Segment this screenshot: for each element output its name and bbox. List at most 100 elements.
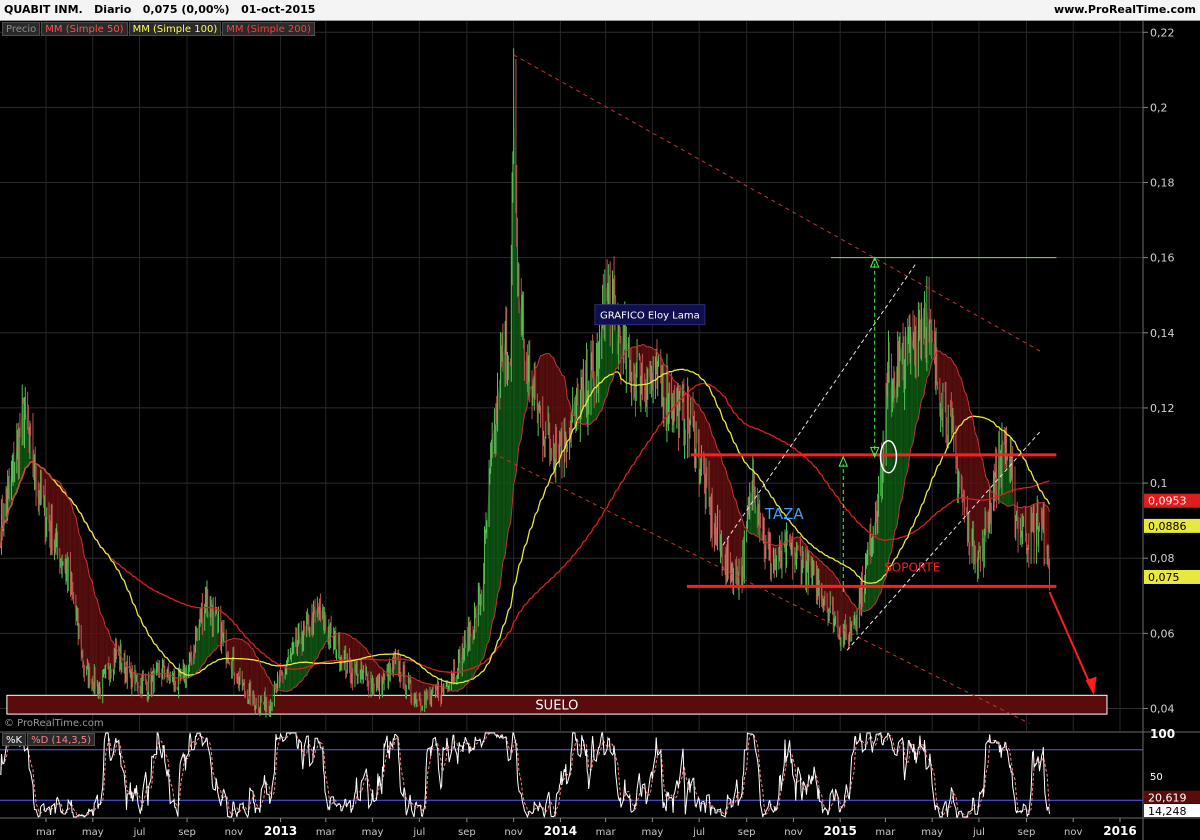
ma-fill-segment — [86, 561, 88, 668]
ma-fill-segment — [506, 360, 508, 542]
ma-fill-segment — [83, 552, 85, 674]
legend-price[interactable]: Precio — [2, 22, 41, 36]
stochastic-panel — [0, 731, 1143, 819]
x-tick-label: nov — [1064, 827, 1082, 838]
x-tick-label: 2014 — [544, 824, 577, 838]
x-tick-label: mar — [596, 827, 617, 838]
ma-fill-segment — [105, 627, 109, 668]
ma-fill-segment — [972, 414, 973, 536]
ma-fill-segment — [490, 454, 492, 632]
legend-stoch-k[interactable]: %K — [2, 733, 27, 746]
x-tick-label: may — [641, 827, 663, 838]
ma-fill-segment — [978, 442, 979, 554]
ma-fill-segment — [243, 640, 244, 686]
y-tick-label: 0,14 — [1150, 327, 1175, 340]
x-tick-label: may — [921, 827, 943, 838]
ma-fill-segment — [105, 625, 106, 670]
x-tick-label: sep — [1018, 827, 1036, 838]
ma-fill-segment — [84, 557, 87, 674]
author-label: GRAFICO Eloy Lama — [600, 311, 700, 322]
ma-fill-segment — [91, 580, 93, 689]
ma-fill-segment — [979, 450, 981, 559]
ma-fill-segment — [62, 486, 63, 565]
ma-fill-segment — [733, 496, 736, 570]
ma-fill-segment — [103, 619, 105, 673]
y-tick-label: 0,12 — [1150, 402, 1175, 415]
legend-ma50[interactable]: MM (Simple 50) — [41, 22, 128, 36]
ma200-last-value: 0,0953 — [1148, 495, 1187, 508]
price-chart[interactable]: SUELO SOPORTE TAZA GRAFICO Eloy Lama 0,22 0,… — [0, 0, 1200, 840]
ma-fill-segment — [501, 345, 503, 576]
x-tick-label: nov — [784, 827, 802, 838]
x-tick-label: 2016 — [1103, 824, 1136, 838]
ma-fill-segment — [61, 484, 63, 567]
ma-fill-segment — [485, 527, 487, 652]
ma-fill-segment — [308, 632, 310, 671]
stochastic-legend: %K %D (14,3,5) — [2, 733, 96, 746]
x-tick-label: nov — [504, 827, 522, 838]
y-tick-label: 0,1 — [1150, 477, 1168, 490]
legend-ma100[interactable]: MM (Simple 100) — [128, 22, 222, 36]
ma-fill-segment — [92, 584, 94, 692]
ma-fill-segment — [1027, 506, 1029, 549]
stoch-d-last-value: 14,248 — [1148, 805, 1187, 818]
ma-fill-segment — [486, 524, 487, 649]
ma-fill-segment — [489, 460, 491, 637]
x-tick-label: 2015 — [823, 824, 856, 838]
x-tick-label: jul — [972, 827, 985, 838]
ma-fill-segment — [893, 387, 895, 537]
ma-fill-segment — [508, 360, 511, 530]
legend-ma200[interactable]: MM (Simple 200) — [222, 22, 315, 36]
x-tick-label: sep — [458, 827, 476, 838]
copyright-label: © ProRealTime.com — [4, 718, 104, 729]
y-tick-label: 0,22 — [1150, 26, 1175, 39]
legend-stoch-d[interactable]: %D (14,3,5) — [27, 733, 96, 746]
price-panel-background — [0, 21, 1143, 731]
x-tick-label: mar — [316, 827, 337, 838]
ma-fill-segment — [828, 568, 830, 613]
suelo-label: SUELO — [535, 699, 578, 714]
ma-fill-segment — [98, 603, 99, 696]
stoch-tick-label: 50 — [1150, 772, 1163, 783]
ma-fill-segment — [517, 272, 519, 460]
price-last-value: 0,075 — [1148, 571, 1180, 584]
x-tick-label: may — [82, 827, 104, 838]
ma-fill-segment — [521, 320, 523, 439]
ma-fill-segment — [544, 353, 546, 448]
stoch-k-last-value: 20,619 — [1148, 792, 1187, 805]
ma-fill-segment — [60, 483, 62, 567]
ma-fill-segment — [215, 612, 217, 651]
y-tick-label: 0,06 — [1150, 627, 1175, 640]
soporte-label: SOPORTE — [884, 560, 940, 574]
ma-fill-segment — [259, 660, 260, 712]
ma-fill-segment — [98, 606, 100, 690]
x-tick-label: jul — [133, 827, 146, 838]
ma-fill-segment — [538, 360, 539, 410]
ma-fill-segment — [978, 446, 980, 551]
ma-fill-segment — [76, 521, 78, 617]
x-tick-label: 2013 — [264, 824, 297, 838]
stoch-tick-label: 100 — [1150, 727, 1175, 741]
ma-fill-segment — [216, 612, 217, 649]
ma100-last-value: 0,0886 — [1148, 520, 1187, 533]
ma-fill-segment — [550, 354, 552, 452]
x-tick-label: mar — [36, 827, 57, 838]
y-axis-panel — [1143, 21, 1200, 840]
ma-fill-segment — [507, 360, 509, 536]
y-tick-label: 0,16 — [1150, 252, 1175, 265]
ma-fill-segment — [111, 640, 114, 674]
ma-fill-segment — [82, 542, 83, 665]
x-tick-label: sep — [738, 827, 756, 838]
x-tick-label: jul — [692, 827, 705, 838]
ma-fill-segment — [102, 616, 104, 674]
x-tick-label: mar — [875, 827, 896, 838]
ma-fill-segment — [899, 343, 903, 505]
x-tick-label: jul — [412, 827, 425, 838]
ma-fill-segment — [962, 384, 964, 500]
ma-fill-segment — [281, 674, 283, 691]
taza-label: TAZA — [764, 505, 805, 523]
x-tick-label: sep — [178, 827, 196, 838]
y-tick-label: 0,04 — [1150, 702, 1175, 715]
ma-fill-segment — [421, 682, 423, 708]
ma-fill-segment — [502, 345, 503, 569]
